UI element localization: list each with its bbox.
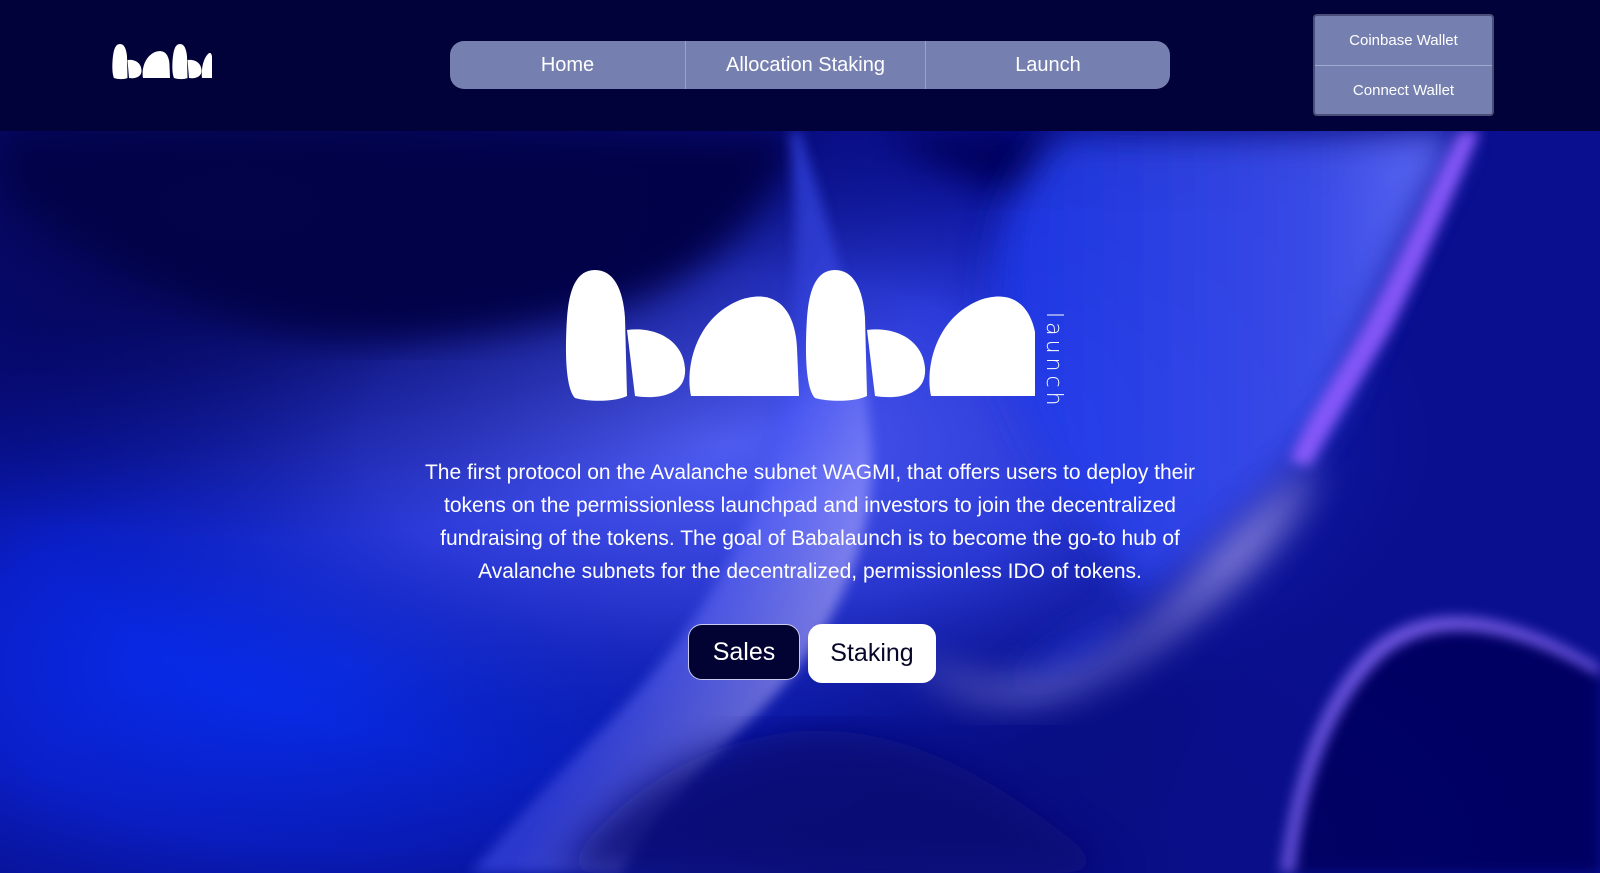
nav-launch[interactable]: Launch [925, 41, 1170, 89]
nav-home[interactable]: Home [450, 41, 685, 89]
staking-button[interactable]: Staking [808, 624, 936, 683]
baba-logo[interactable] [112, 44, 212, 80]
sales-button[interactable]: Sales [688, 624, 800, 680]
hero-description: The first protocol on the Avalanche subn… [424, 461, 1196, 583]
launch-subtitle: launch [1041, 312, 1066, 410]
page: launch The first protocol on the Avalanc… [0, 0, 1600, 873]
coinbase-wallet-option[interactable]: Coinbase Wallet [1315, 16, 1492, 65]
nav-allocation-staking[interactable]: Allocation Staking [685, 41, 925, 89]
main-nav: Home Allocation Staking Launch [450, 41, 1170, 89]
wallet-menu: Coinbase Wallet Connect Wallet [1313, 14, 1494, 116]
baba-logo-large [565, 270, 1035, 401]
connect-wallet-option[interactable]: Connect Wallet [1315, 65, 1492, 115]
header: Home Allocation Staking Launch Coinbase … [0, 0, 1600, 131]
